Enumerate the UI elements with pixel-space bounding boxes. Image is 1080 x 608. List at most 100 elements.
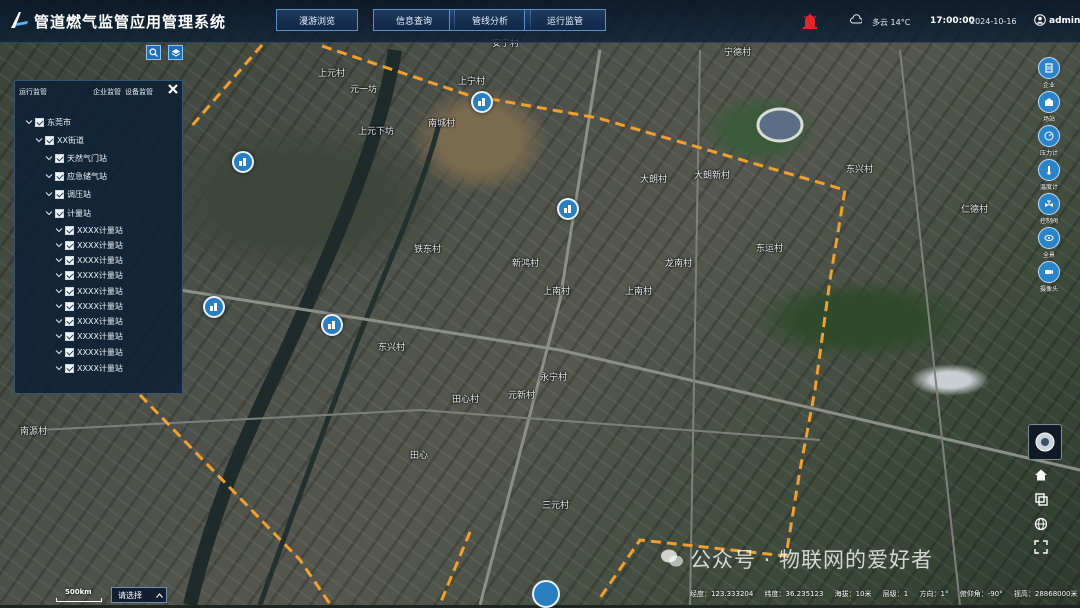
user-name[interactable]: admin [1049, 16, 1080, 26]
tree-node-group[interactable]: 调压站 [45, 188, 91, 200]
map-label: 仁德村 [961, 205, 989, 215]
map-label: 上元下坊 [358, 127, 395, 137]
globe-icon[interactable] [1034, 517, 1048, 531]
checkbox[interactable] [55, 153, 64, 163]
status-latitude: 纬度：36.235123 [764, 590, 824, 598]
map-label: 上宁村 [458, 77, 486, 87]
status-altitude: 海拔：10米 [834, 590, 872, 598]
top-header: 管道燃气监管应用管理系统 漫游浏览 信息查询 管线分析 运行监管 多云 14°C… [0, 0, 1080, 43]
map-label: 上元村 [318, 69, 346, 79]
checkbox[interactable] [65, 331, 74, 341]
tree-node-district[interactable]: XX街道 [35, 134, 84, 146]
compass-widget[interactable] [1028, 424, 1062, 460]
checkbox[interactable] [65, 316, 74, 326]
checkbox[interactable] [65, 270, 74, 280]
tree-node-label: XXXX计量站 [77, 240, 123, 250]
tree-node-group[interactable]: 计量站 [45, 207, 91, 219]
checkbox[interactable] [65, 240, 74, 250]
tree-node-meter[interactable]: XXXX计量站 [55, 330, 123, 342]
home-icon[interactable] [1034, 468, 1048, 482]
tree-node-meter[interactable]: XXXX计量站 [55, 346, 123, 358]
chevron-down-icon [55, 334, 63, 339]
status-longitude: 经度：123.333204 [690, 590, 754, 598]
tree-node-label: XXXX计量站 [77, 301, 123, 311]
tree-node-meter[interactable]: XXXX计量站 [55, 224, 123, 236]
layers-toggle-icon[interactable] [1034, 492, 1048, 506]
tree-node-city[interactable]: 东莞市 [25, 116, 71, 128]
checkbox[interactable] [65, 286, 74, 296]
road [689, 49, 701, 605]
layer-select[interactable]: 请选择 [111, 587, 167, 603]
checkbox[interactable] [65, 255, 74, 265]
station-marker[interactable] [532, 580, 560, 608]
checkbox[interactable] [55, 208, 64, 218]
tool-pressure[interactable]: 压力计 [1038, 125, 1060, 157]
building-icon [239, 158, 246, 166]
station-marker[interactable] [471, 91, 493, 113]
checkbox[interactable] [45, 135, 54, 145]
scale-label: 500km [65, 588, 92, 596]
tree-node-meter[interactable]: XXXX计量站 [55, 300, 123, 312]
tab-operation[interactable]: 运行监管 [19, 87, 47, 97]
tool-panorama[interactable]: 全景 [1038, 227, 1060, 259]
tree-node-meter[interactable]: XXXX计量站 [55, 254, 123, 266]
chevron-down-icon [45, 211, 53, 216]
checkbox[interactable] [35, 117, 44, 127]
layers-button[interactable] [168, 45, 183, 60]
tree-node-meter[interactable]: XXXX计量站 [55, 315, 123, 327]
nav-info-query[interactable]: 信息查询 [373, 9, 455, 31]
map-label: 新鸿村 [512, 259, 540, 269]
chevron-down-icon [45, 174, 53, 179]
fullscreen-icon[interactable] [1034, 540, 1048, 554]
nav-pipeline-analysis[interactable]: 管线分析 [449, 9, 531, 31]
map-label: 上南村 [625, 287, 653, 297]
checkbox[interactable] [55, 171, 64, 181]
checkbox[interactable] [65, 363, 74, 373]
status-pitch: 俯仰角：-90° [959, 590, 1003, 598]
tree-node-label: XXXX计量站 [77, 363, 123, 373]
tool-station[interactable]: 场站 [1038, 91, 1060, 123]
tab-equipment[interactable]: 设备监管 [125, 87, 153, 97]
tree-node-meter[interactable]: XXXX计量站 [55, 269, 123, 281]
tool-camera[interactable]: 摄像头 [1038, 261, 1060, 293]
checkbox[interactable] [65, 225, 74, 235]
map-label: 田心 [410, 451, 429, 461]
nav-operation-supervision[interactable]: 运行监管 [524, 9, 606, 31]
map-label: 上南村 [543, 287, 571, 297]
tree-node-meter[interactable]: XXXX计量站 [55, 285, 123, 297]
tree-node-group[interactable]: 天然气门站 [45, 152, 107, 164]
tree-node-group[interactable]: 应急储气站 [45, 170, 107, 182]
station-marker[interactable] [321, 314, 343, 336]
tree-node-meter[interactable]: XXXX计量站 [55, 362, 123, 374]
tree-node-label: XXXX计量站 [77, 255, 123, 265]
valve-icon [1038, 193, 1060, 215]
logo-icon [11, 12, 28, 28]
station-marker[interactable] [203, 296, 225, 318]
chevron-down-icon [55, 228, 63, 233]
road [899, 49, 961, 605]
search-icon [149, 48, 158, 57]
map-label: 永宁村 [540, 373, 568, 383]
close-icon[interactable] [167, 83, 179, 95]
tool-label: 全景 [1042, 252, 1055, 259]
tool-temperature[interactable]: 温度计 [1038, 159, 1060, 191]
tree-node-meter[interactable]: XXXX计量站 [55, 239, 123, 251]
checkbox[interactable] [65, 301, 74, 311]
checkbox[interactable] [55, 189, 64, 199]
tab-enterprise[interactable]: 企业监管 [93, 87, 121, 97]
tool-enterprise[interactable]: 企业 [1038, 57, 1060, 89]
station-marker[interactable] [557, 198, 579, 220]
nav-roam-browse[interactable]: 漫游浏览 [276, 9, 358, 31]
gauge-icon [1038, 125, 1060, 147]
clock-time: 17:00:00 [930, 16, 975, 26]
tool-valve[interactable]: 控制阀 [1038, 193, 1060, 225]
checkbox[interactable] [65, 347, 74, 357]
search-button[interactable] [146, 45, 161, 60]
station-marker[interactable] [232, 151, 254, 173]
user-icon[interactable] [1034, 14, 1046, 26]
tree-node-label: 应急储气站 [67, 171, 107, 181]
tree-node-label: XXXX计量站 [77, 286, 123, 296]
alarm-icon[interactable] [802, 12, 818, 30]
tool-label: 温度计 [1039, 184, 1058, 191]
chevron-down-icon [45, 156, 53, 161]
